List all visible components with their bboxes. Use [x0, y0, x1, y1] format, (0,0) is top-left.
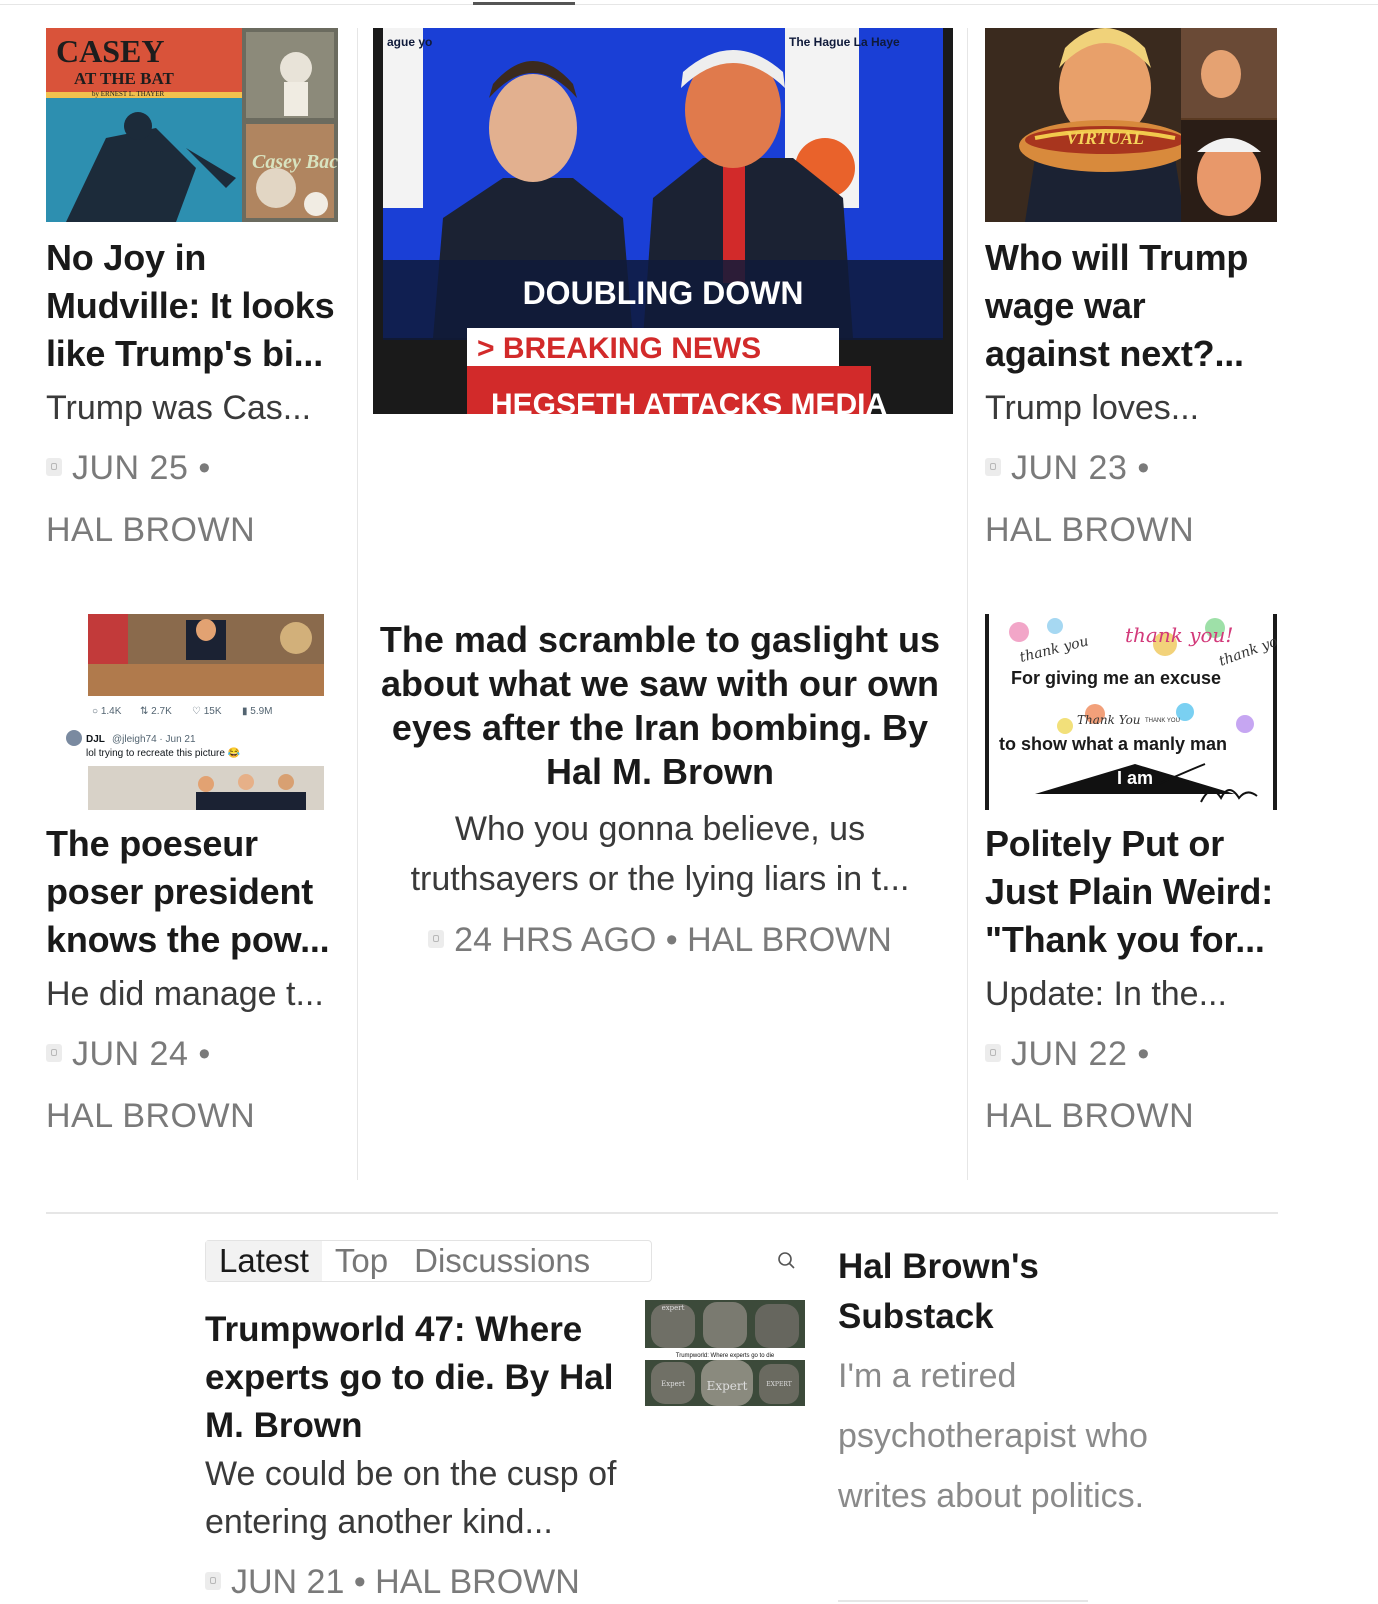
post-title[interactable]: No Joy in Mudville: It looks like Trump'…	[46, 234, 338, 378]
svg-text:THANK YOU: THANK YOU	[1145, 718, 1180, 724]
svg-text:to show what a manly man: to show what a manly man	[999, 734, 1227, 754]
svg-text:@jleigh74 · Jun 21: @jleigh74 · Jun 21	[112, 734, 196, 745]
svg-text:VIRTUAL: VIRTUAL	[1066, 128, 1144, 148]
svg-text:⇅ 2.7K: ⇅ 2.7K	[140, 706, 172, 717]
post-thumbnail-experts[interactable]: Trumpworld: Where experts go to die expe…	[645, 1300, 805, 1406]
post-title[interactable]: Who will Trump wage war against next?...	[985, 234, 1277, 378]
svg-text:▮ 5.9M: ▮ 5.9M	[242, 706, 273, 717]
column-divider-left	[357, 28, 358, 1180]
paywall-lock-icon	[205, 1572, 221, 1591]
news-broadcast-image: DOUBLING DOWN > BREAKING NEWS HEGSETH AT…	[383, 28, 943, 414]
post-title[interactable]: The poeseur poser president knows the po…	[46, 820, 338, 964]
svg-text:by ERNEST L. THAYER: by ERNEST L. THAYER	[92, 90, 165, 98]
paywall-lock-icon	[46, 1044, 62, 1063]
svg-text:HEGSETH ATTACKS MEDIA: HEGSETH ATTACKS MEDIA	[491, 388, 887, 414]
svg-text:AT THE BAT: AT THE BAT	[74, 69, 174, 88]
tab-latest[interactable]: Latest	[206, 1241, 322, 1281]
svg-text:expert: expert	[662, 1304, 685, 1312]
svg-text:CASEY: CASEY	[56, 33, 164, 69]
post-thumbnail-doubling-down[interactable]: DOUBLING DOWN > BREAKING NEWS HEGSETH AT…	[373, 28, 953, 414]
post-author[interactable]: HAL BROWN	[46, 508, 255, 552]
thank-you-card-image: thank you thank you! thank you For givin…	[985, 614, 1277, 810]
post-title[interactable]: Politely Put or Just Plain Weird: "Thank…	[985, 820, 1277, 964]
paywall-lock-icon	[985, 1044, 1001, 1063]
svg-text:Trumpworld: Where experts go t: Trumpworld: Where experts go to die	[676, 1353, 775, 1359]
feed-tabs: Latest Top Discussions	[205, 1240, 652, 1282]
post-subtitle: Trump loves...	[985, 389, 1200, 427]
post-thumbnail-hotdog[interactable]: VIRTUAL	[985, 28, 1277, 222]
svg-text:The Hague La Haye: The Hague La Haye	[789, 35, 900, 49]
svg-text:I am: I am	[1117, 768, 1153, 788]
sidebar-divider	[838, 1600, 1088, 1602]
tab-top[interactable]: Top	[322, 1241, 401, 1281]
svg-text:For giving me an excuse: For giving me an excuse	[1011, 668, 1221, 688]
post-meta: 24 HRS AGO • HAL BROWN	[375, 918, 945, 962]
tab-discussions[interactable]: Discussions	[401, 1241, 603, 1281]
post-subtitle: We could be on the cusp of entering anot…	[205, 1455, 617, 1541]
publication-description: I'm a retired psychotherapist who writes…	[838, 1357, 1148, 1515]
svg-text:Expert: Expert	[707, 1379, 748, 1393]
publication-name[interactable]: Hal Brown's Substack	[838, 1242, 1138, 1342]
post-author[interactable]: HAL BROWN	[985, 508, 1194, 552]
post-thumbnail-casey[interactable]: CASEY AT THE BAT by ERNEST L. THAYER Cas…	[46, 28, 338, 222]
svg-text:Expert: Expert	[661, 1380, 685, 1388]
tweet-screenshot-image: ○ 1.4K ⇅ 2.7K ♡ 15K ▮ 5.9M DJL @jleigh74…	[46, 614, 338, 810]
svg-text:DOUBLING DOWN: DOUBLING DOWN	[523, 275, 804, 311]
active-tab-indicator	[473, 2, 575, 5]
svg-text:> BREAKING NEWS: > BREAKING NEWS	[477, 332, 761, 365]
section-divider	[46, 1212, 1278, 1214]
paywall-lock-icon	[985, 458, 1001, 477]
post-date: JUN 24 •	[46, 1032, 211, 1076]
svg-text:○ 1.4K: ○ 1.4K	[92, 706, 122, 717]
paywall-lock-icon	[46, 458, 62, 477]
search-icon[interactable]	[776, 1250, 798, 1272]
post-subtitle: Update: In the...	[985, 975, 1227, 1013]
post-title[interactable]: The mad scramble to gaslight us about wh…	[375, 618, 945, 794]
casey-book-cover-image: CASEY AT THE BAT by ERNEST L. THAYER Cas…	[46, 28, 338, 222]
svg-text:Casey Back: Casey Back	[252, 151, 338, 173]
post-meta: JUN 21 • HAL BROWN	[205, 1560, 580, 1604]
post-title[interactable]: Trumpworld 47: Where experts go to die. …	[205, 1306, 625, 1450]
svg-text:♡ 15K: ♡ 15K	[192, 706, 222, 717]
post-author[interactable]: HAL BROWN	[46, 1094, 255, 1138]
svg-text:thank you!: thank you!	[1125, 623, 1233, 647]
top-divider	[0, 4, 1378, 5]
post-thumbnail-tweet[interactable]: ○ 1.4K ⇅ 2.7K ♡ 15K ▮ 5.9M DJL @jleigh74…	[46, 614, 338, 810]
post-subtitle: Who you gonna believe, us truthsayers or…	[410, 810, 910, 898]
post-thumbnail-thank-you[interactable]: thank you thank you! thank you For givin…	[985, 614, 1277, 810]
gravestones-image: Trumpworld: Where experts go to die expe…	[645, 1300, 805, 1406]
post-date: JUN 22 •	[985, 1032, 1150, 1076]
post-date: JUN 25 •	[46, 446, 211, 490]
svg-text:Thank You: Thank You	[1077, 713, 1141, 727]
paywall-lock-icon	[428, 930, 445, 949]
svg-text:lol trying to recreate this pi: lol trying to recreate this picture 😂	[86, 747, 241, 759]
svg-text:DJL: DJL	[86, 734, 105, 745]
post-subtitle: Trump was Cas...	[46, 389, 312, 427]
svg-text:ague yo: ague yo	[387, 35, 432, 49]
svg-text:EXPERT: EXPERT	[766, 1381, 791, 1388]
column-divider-right	[967, 28, 968, 1180]
post-date: JUN 23 •	[985, 446, 1150, 490]
trump-hotdog-image: VIRTUAL	[985, 28, 1277, 222]
post-subtitle: He did manage t...	[46, 975, 324, 1013]
post-author[interactable]: HAL BROWN	[985, 1094, 1194, 1138]
